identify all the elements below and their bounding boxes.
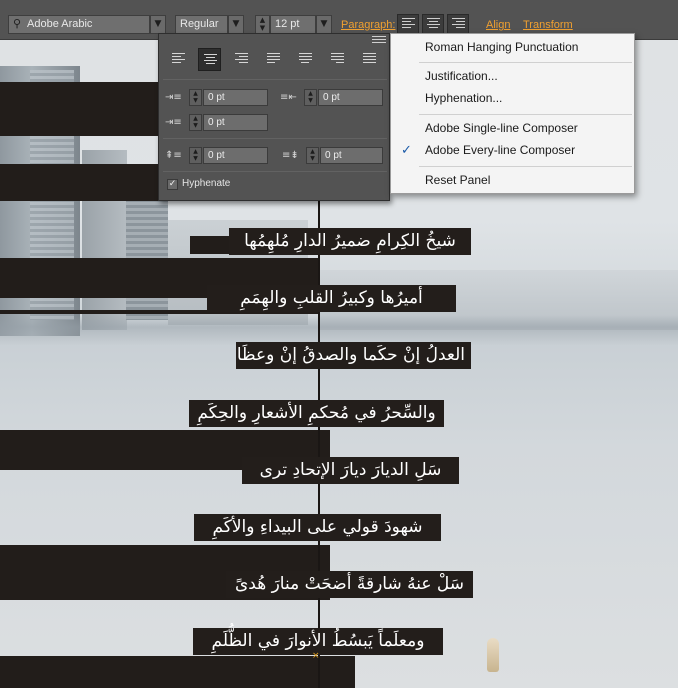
justify-center-icon: [299, 53, 312, 65]
align-left-button[interactable]: [397, 14, 419, 34]
poem-line-7[interactable]: سَلْ عنهُ شارقةً أضحَتْ منارَ هُدىً: [226, 571, 473, 598]
font-family-value: Adobe Arabic: [27, 18, 93, 30]
menu-item-roman-hanging-punctuation[interactable]: Roman Hanging Punctuation: [391, 37, 634, 57]
space-after-stepper[interactable]: ▲ ▼: [306, 147, 319, 164]
panel-divider: [163, 138, 387, 139]
left-indent-icon: ⇥≡: [165, 92, 182, 103]
menu-item-every-line-composer-label: Adobe Every-line Composer: [425, 143, 576, 157]
shoreline: [0, 315, 678, 345]
align-center-button[interactable]: [198, 48, 221, 71]
menu-item-hyphenation[interactable]: Hyphenation...: [391, 88, 634, 108]
align-center-icon: [204, 54, 217, 66]
justify-right-icon: [331, 53, 344, 65]
align-left-icon: [402, 18, 415, 30]
menu-separator: [419, 62, 632, 63]
paragraph-link[interactable]: Paragraph:: [341, 19, 395, 31]
right-indent-stepper[interactable]: ▲ ▼: [304, 89, 317, 106]
first-line-indent-value: 0 pt: [208, 117, 225, 128]
transform-link[interactable]: Transform: [523, 19, 573, 31]
panel-divider: [163, 79, 387, 80]
font-family-field[interactable]: ⚲ Adobe Arabic: [8, 15, 150, 34]
buoy: [487, 638, 499, 672]
chevron-down-icon[interactable]: ▼: [316, 15, 332, 34]
menu-separator: [419, 114, 632, 115]
text-frame-block: [0, 656, 355, 688]
left-indent-field[interactable]: 0 pt: [203, 89, 268, 106]
poem-line-4[interactable]: والسِّحرُ في مُحكمِ الأشعارِ والحِكَمِ: [189, 400, 444, 427]
justify-left-icon: [267, 53, 280, 65]
panel-divider: [163, 171, 387, 172]
chevron-down-icon[interactable]: ▼: [228, 15, 244, 34]
left-indent-stepper[interactable]: ▲ ▼: [189, 89, 202, 106]
space-before-field[interactable]: 0 pt: [203, 147, 268, 164]
space-after-icon: ≡⇟: [282, 150, 299, 161]
hyphenate-checkbox[interactable]: ✓: [167, 179, 178, 190]
menu-item-reset-panel[interactable]: Reset Panel: [391, 170, 634, 190]
space-before-icon: ⇞≡: [165, 150, 182, 161]
poem-line-2[interactable]: أميرُها وكبيرُ القلبِ والهِمَمِ: [207, 285, 456, 312]
justify-right-button[interactable]: [326, 48, 349, 71]
justify-left-button[interactable]: [262, 48, 285, 71]
space-before-value: 0 pt: [208, 150, 225, 161]
font-size-stepper[interactable]: ▲ ▼: [255, 15, 270, 34]
font-size-value: 12 pt: [275, 18, 300, 30]
menu-item-justification[interactable]: Justification...: [391, 66, 634, 86]
font-size-field[interactable]: 12 pt: [270, 15, 316, 34]
poem-line-6[interactable]: شهودَ قولي على البيداءِ والأكَمِ: [194, 514, 441, 541]
first-line-indent-field[interactable]: 0 pt: [203, 114, 268, 131]
right-indent-icon: ≡⇤: [280, 92, 297, 103]
paragraph-panel: ⇥≡ ▲ ▼ 0 pt ≡⇤ ▲ ▼ 0 pt ⇥≡ ▲ ▼ 0 pt ⇞≡ ▲ ▼ 0…: [158, 33, 390, 201]
align-right-button[interactable]: [230, 48, 253, 71]
justify-all-button[interactable]: [358, 48, 381, 71]
justify-center-button[interactable]: [294, 48, 317, 71]
search-icon: ⚲: [13, 18, 22, 30]
poem-line-1[interactable]: شيخُ الكِرامِ ضميرُ الدارِ مُلهِمُها: [229, 228, 471, 255]
first-line-indent-icon: ⇥≡: [165, 117, 182, 128]
panel-menu-icon[interactable]: [372, 36, 386, 46]
right-indent-field[interactable]: 0 pt: [318, 89, 383, 106]
poem-line-3[interactable]: العدلُ إنْ حكَما والصدقُ إنْ وعظَا: [236, 342, 471, 369]
right-indent-value: 0 pt: [323, 92, 340, 103]
font-style-value: Regular: [180, 18, 219, 30]
menu-separator: [419, 166, 632, 167]
space-after-field[interactable]: 0 pt: [320, 147, 383, 164]
align-left-button[interactable]: [167, 48, 190, 71]
poem-line-5[interactable]: سَلِ الديارَ ديارَ الإتحادِ ترى: [242, 457, 459, 484]
align-right-icon: [235, 53, 248, 65]
text-cursor-marker: ×: [312, 651, 320, 661]
first-line-indent-stepper[interactable]: ▲ ▼: [189, 114, 202, 131]
menu-item-single-line-composer[interactable]: Adobe Single-line Composer: [391, 118, 634, 138]
align-center-icon: [427, 18, 440, 30]
space-before-stepper[interactable]: ▲ ▼: [189, 147, 202, 164]
align-left-icon: [172, 53, 185, 65]
space-after-value: 0 pt: [325, 150, 342, 161]
justify-all-icon: [363, 53, 376, 65]
panel-flyout-menu: Roman Hanging Punctuation Justification.…: [390, 33, 635, 194]
align-center-button[interactable]: [422, 14, 444, 34]
menu-item-every-line-composer[interactable]: ✓ Adobe Every-line Composer: [391, 140, 634, 160]
hyphenate-label: Hyphenate: [182, 178, 231, 189]
left-indent-value: 0 pt: [208, 92, 225, 103]
align-right-button[interactable]: [447, 14, 469, 34]
background-building: [126, 190, 168, 320]
font-style-field[interactable]: Regular: [175, 15, 228, 34]
chevron-down-icon[interactable]: ▼: [150, 15, 166, 34]
align-link[interactable]: Align: [486, 19, 510, 31]
align-right-icon: [452, 18, 465, 30]
checkmark-icon: ✓: [401, 142, 412, 157]
